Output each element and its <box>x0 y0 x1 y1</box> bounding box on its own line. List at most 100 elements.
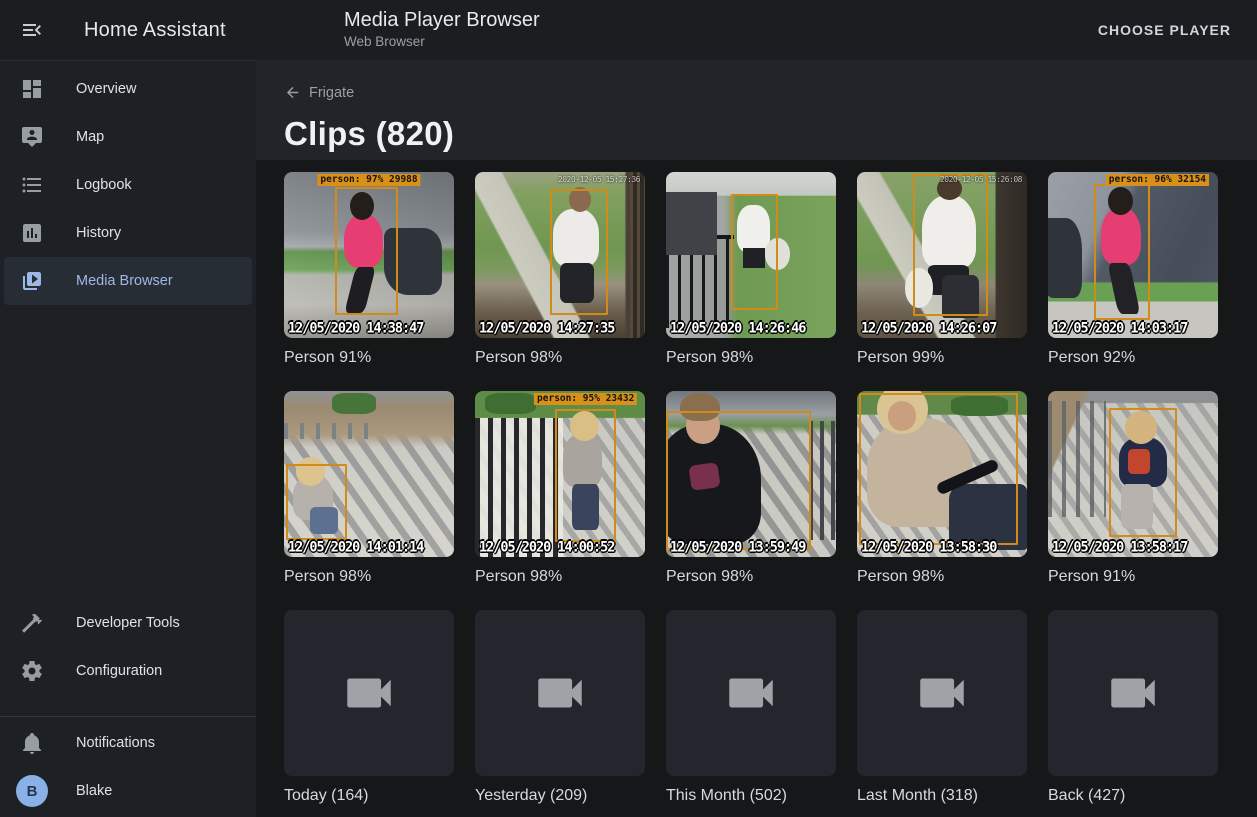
sidebar-nav: Overview Map Logbook History Media Browser <box>0 61 256 305</box>
hammer-icon <box>20 611 44 635</box>
detection-box <box>550 189 608 315</box>
clip-cell: 12/05/2020 13:58:17 Person 91% <box>1048 391 1218 587</box>
video-icon <box>340 664 398 722</box>
panel-title-block: Media Player Browser Web Browser <box>344 8 540 51</box>
folder-back-427-[interactable] <box>1048 610 1218 776</box>
folder-label: Today (164) <box>284 786 454 806</box>
folder-last-month-318-[interactable] <box>857 610 1027 776</box>
panel-title: Media Player Browser <box>344 8 540 32</box>
osd-timestamp: 12/05/2020 13:58:17 <box>1052 538 1187 555</box>
detection-box <box>859 393 1019 546</box>
app-bar: Home Assistant Media Player Browser Web … <box>0 0 1257 60</box>
sidebar-item-label: Configuration <box>76 663 162 679</box>
clip-thumbnail-man-trash-bag-gate[interactable]: 12/05/2020 14:26:46 <box>666 172 836 338</box>
video-icon <box>913 664 971 722</box>
detection-box <box>913 174 988 317</box>
osd-timestamp: 12/05/2020 13:58:30 <box>861 538 996 555</box>
tooltip-account-icon <box>20 125 44 149</box>
clip-thumbnail-toddler-on-walkway[interactable]: 12/05/2020 14:01:14 <box>284 391 454 557</box>
menu-open-icon <box>20 18 44 42</box>
clip-cell: 2020-12-05 15:26:08 12/05/2020 14:26:07 Pe… <box>857 172 1027 368</box>
sidebar-item-profile[interactable]: B Blake <box>4 767 252 815</box>
media-browser-panel: Frigate Clips (820) person: 97% 2998812/… <box>256 60 1257 817</box>
sidebar: Overview Map Logbook History Media Browser D… <box>0 60 256 817</box>
detection-box <box>1109 408 1177 537</box>
scene-shape <box>809 421 836 541</box>
folder-yesterday-209-[interactable] <box>475 610 645 776</box>
osd-timestamp: 12/05/2020 14:27:35 <box>479 319 614 336</box>
detection-box <box>731 194 779 310</box>
clip-thumbnail-toddler-at-fence[interactable]: person: 95% 23432 12/05/2020 14:00:52 <box>475 391 645 557</box>
sidebar-secondary-nav: Developer Tools Configuration <box>0 599 256 695</box>
osd-timestamp: 12/05/2020 14:00:52 <box>479 538 614 555</box>
folder-today-164-[interactable] <box>284 610 454 776</box>
detection-box <box>1094 184 1150 320</box>
breadcrumb-back-frigate[interactable]: Frigate <box>284 84 354 101</box>
sidebar-bottom: Developer Tools Configuration Notificatio… <box>0 599 256 815</box>
detection-box <box>555 409 616 542</box>
scene-shape <box>666 192 717 255</box>
clip-caption: Person 98% <box>475 567 645 587</box>
scene-shape <box>332 393 376 415</box>
sidebar-item-label: Developer Tools <box>76 615 180 631</box>
sidebar-item-configuration[interactable]: Configuration <box>4 647 252 695</box>
clip-thumbnail-woman-dark-hoodie[interactable]: 12/05/2020 13:59:49 <box>666 391 836 557</box>
sidebar-item-media-browser[interactable]: Media Browser <box>4 257 252 305</box>
scene-shape <box>1048 218 1082 298</box>
sidebar-item-label: Overview <box>76 81 136 97</box>
sidebar-item-notifications[interactable]: Notifications <box>4 719 252 767</box>
panel-subtitle: Web Browser <box>344 33 540 51</box>
home-assistant-app: Home Assistant Media Player Browser Web … <box>0 0 1257 817</box>
scene-shape <box>475 418 563 557</box>
osd-timestamp: 12/05/2020 14:01:14 <box>288 538 423 555</box>
clip-cell: 12/05/2020 13:59:49Person 98% <box>666 391 836 587</box>
clip-thumbnail-woman-pink-jacket-stroller-2[interactable]: person: 96% 3215412/05/2020 14:03:17 <box>1048 172 1218 338</box>
sidebar-item-history[interactable]: History <box>4 209 252 257</box>
osd-timestamp: 12/05/2020 14:26:07 <box>861 319 996 336</box>
clip-thumbnail-man-back-carrying-bags-porch[interactable]: 2020-12-05 15:26:08 12/05/2020 14:26:07 <box>857 172 1027 338</box>
clip-thumbnail-woman-knit-sweater-stroller[interactable]: 12/05/2020 13:58:30 <box>857 391 1027 557</box>
page-title: Clips (820) <box>284 115 1257 153</box>
clip-cell: person: 96% 3215412/05/2020 14:03:17 Pers… <box>1048 172 1218 368</box>
osd-timestamp: 12/05/2020 14:26:46 <box>670 319 805 336</box>
osd-timestamp: 12/05/2020 14:38:47 <box>288 319 423 336</box>
play-box-multiple-icon <box>20 269 44 293</box>
clip-caption: Person 92% <box>1048 348 1218 368</box>
sidebar-item-developer-tools[interactable]: Developer Tools <box>4 599 252 647</box>
folder-label: This Month (502) <box>666 786 836 806</box>
detection-box <box>666 411 811 550</box>
folder-label: Yesterday (209) <box>475 786 645 806</box>
folder-cell: Yesterday (209) <box>475 610 645 806</box>
scene-shape <box>284 423 378 440</box>
clip-caption: Person 98% <box>284 567 454 587</box>
folder-this-month-502-[interactable] <box>666 610 836 776</box>
sidebar-divider <box>0 716 256 717</box>
chart-box-icon <box>20 221 44 245</box>
choose-player-button[interactable]: CHOOSE PLAYER <box>1088 14 1241 46</box>
user-name: Blake <box>76 783 112 799</box>
sidebar-item-logbook[interactable]: Logbook <box>4 161 252 209</box>
scene-shape <box>1048 401 1106 517</box>
clip-cell: 12/05/2020 14:26:46Person 98% <box>666 172 836 368</box>
sidebar-item-label: Notifications <box>76 735 155 751</box>
clip-thumbnail-woman-pink-jacket-stroller[interactable]: person: 97% 2998812/05/2020 14:38:47 <box>284 172 454 338</box>
sidebar-item-map[interactable]: Map <box>4 113 252 161</box>
clip-caption: Person 99% <box>857 348 1027 368</box>
sidebar-item-overview[interactable]: Overview <box>4 65 252 113</box>
camera-corner-timestamp: 2020-12-05 15:26:08 <box>940 175 1022 184</box>
detection-box <box>286 464 347 540</box>
cog-icon <box>20 659 44 683</box>
clip-thumbnail-man-white-shirt-front-yard[interactable]: 2020-12-05 15:27:36 12/05/2020 14:27:35 <box>475 172 645 338</box>
media-grid: person: 97% 2998812/05/2020 14:38:47 Pers… <box>256 160 1257 817</box>
video-icon <box>722 664 780 722</box>
bell-icon <box>20 731 44 755</box>
sidebar-item-label: Logbook <box>76 177 132 193</box>
clip-caption: Person 91% <box>1048 567 1218 587</box>
folder-label: Back (427) <box>1048 786 1218 806</box>
sidebar-item-label: History <box>76 225 121 241</box>
detection-label: person: 95% 23432 <box>534 393 637 405</box>
camera-corner-timestamp: 2020-12-05 15:27:36 <box>558 175 640 184</box>
sidebar-toggle-button[interactable] <box>12 10 52 50</box>
clip-thumbnail-toddler-navy-shirt-walkway[interactable]: 12/05/2020 13:58:17 <box>1048 391 1218 557</box>
clip-cell: person: 97% 2998812/05/2020 14:38:47Pers… <box>284 172 454 368</box>
